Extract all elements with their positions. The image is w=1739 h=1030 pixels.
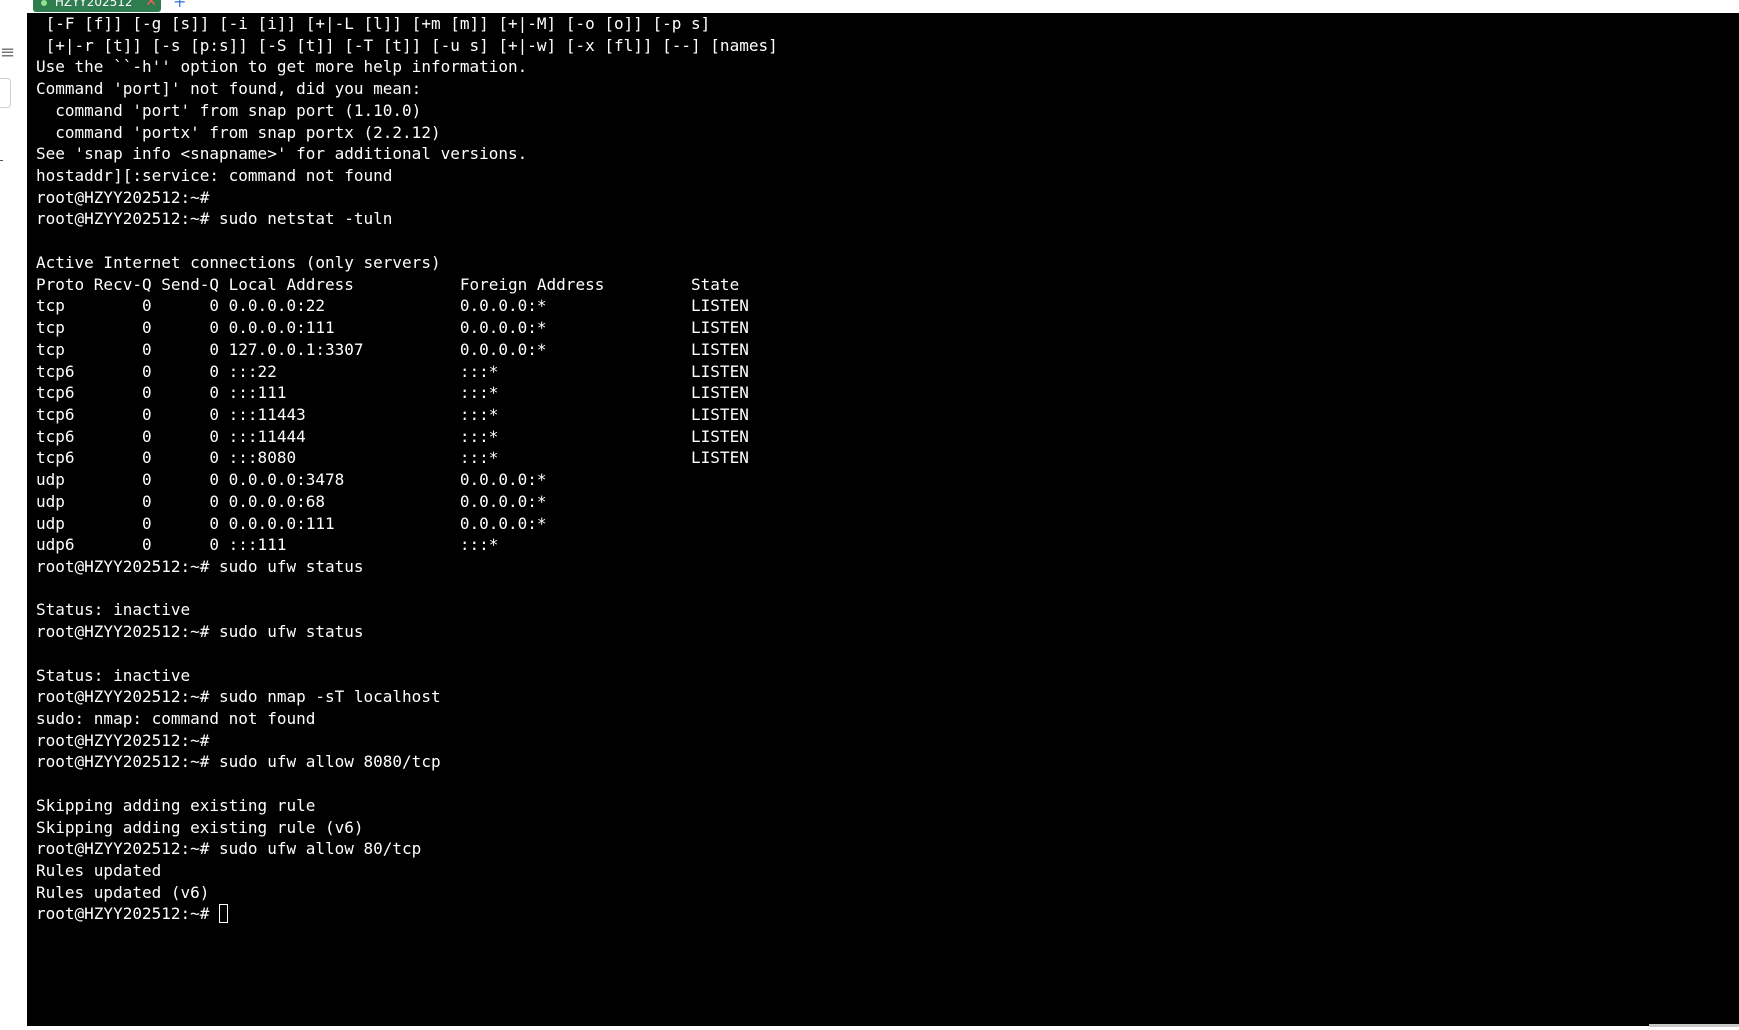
terminal-line: Use the ``-h'' option to get more help i… (36, 57, 528, 77)
terminal-line: udp 0 0 0.0.0.0:3478 0.0.0.0:* (36, 470, 547, 490)
terminal-line: root@HZYY202512:~# sudo ufw allow 80/tcp (36, 839, 422, 859)
terminal-line: Rules updated (36, 861, 162, 881)
terminal-prompt: root@HZYY202512:~# (36, 904, 220, 924)
tab-session[interactable]: HZYY202512 ✕ (33, 0, 161, 12)
terminal-line: Command 'port]' not found, did you mean: (36, 79, 422, 99)
terminal-pane[interactable]: [-F [f]] [-g [s]] [-i [i]] [+|-L [l]] [+… (27, 13, 1739, 1026)
terminal-line: Status: inactive (36, 665, 191, 685)
terminal-output: [-F [f]] [-g [s]] [-i [i]] [+|-L [l]] [+… (27, 13, 1739, 925)
terminal-line: See 'snap info <snapname>' for additiona… (36, 144, 528, 164)
horizontal-scrollbar[interactable] (1649, 1024, 1739, 1027)
terminal-line: root@HZYY202512:~# sudo nmap -sT localho… (36, 687, 441, 707)
terminal-line: command 'portx' from snap portx (2.2.12) (36, 122, 441, 142)
terminal-line: tcp6 0 0 :::11444 :::* LISTEN (36, 426, 749, 446)
terminal-line: [-F [f]] [-g [s]] [-i [i]] [+|-L [l]] [+… (36, 14, 711, 33)
left-sidebar-strip: ≡ (0, 0, 27, 1030)
terminal-line: tcp6 0 0 :::111 :::* LISTEN (36, 383, 749, 403)
terminal-bottom-edge (27, 1026, 1739, 1030)
terminal-line: Skipping adding existing rule (36, 795, 316, 815)
terminal-line: udp 0 0 0.0.0.0:111 0.0.0.0:* (36, 513, 547, 533)
terminal-line: udp6 0 0 :::111 :::* (36, 535, 499, 555)
terminal-line: command 'port' from snap port (1.10.0) (36, 100, 422, 120)
terminal-line: root@HZYY202512:~# (36, 730, 210, 750)
terminal-line: tcp6 0 0 :::22 :::* LISTEN (36, 361, 749, 381)
terminal-line: tcp 0 0 0.0.0.0:111 0.0.0.0:* LISTEN (36, 318, 749, 338)
terminal-line: root@HZYY202512:~# (36, 187, 210, 207)
new-tab-icon[interactable]: + (173, 0, 186, 10)
terminal-line: Proto Recv-Q Send-Q Local Address Foreig… (36, 274, 740, 294)
terminal-line: root@HZYY202512:~# sudo ufw status (36, 556, 364, 576)
session-status-icon (41, 0, 47, 6)
terminal-line: sudo: nmap: command not found (36, 709, 316, 728)
terminal-line: Skipping adding existing rule (v6) (36, 817, 364, 837)
terminal-line: root@HZYY202512:~# sudo ufw status (36, 622, 364, 642)
terminal-line: tcp 0 0 0.0.0.0:22 0.0.0.0:* LISTEN (36, 296, 749, 316)
terminal-line: Status: inactive (36, 600, 191, 620)
text-cursor (219, 904, 229, 924)
terminal-line: Active Internet connections (only server… (36, 252, 441, 272)
sidebar-input-edge[interactable] (0, 78, 11, 108)
terminal-line: udp 0 0 0.0.0.0:68 0.0.0.0:* (36, 491, 547, 511)
tab-bar: HZYY202512 ✕ + (27, 0, 1739, 14)
terminal-line: tcp6 0 0 :::8080 :::* LISTEN (36, 448, 749, 468)
close-icon[interactable]: ✕ (145, 0, 157, 12)
terminal-line: hostaddr][:service: command not found (36, 166, 393, 186)
divider-tick (0, 160, 3, 161)
terminal-prompt-line: root@HZYY202512:~# (36, 903, 1739, 925)
terminal-line: root@HZYY202512:~# sudo netstat -tuln (36, 209, 393, 229)
menu-icon[interactable]: ≡ (0, 44, 15, 62)
terminal-line: tcp 0 0 127.0.0.1:3307 0.0.0.0:* LISTEN (36, 339, 749, 359)
terminal-line: root@HZYY202512:~# sudo ufw allow 8080/t… (36, 752, 441, 772)
tab-title: HZYY202512 (54, 0, 133, 9)
terminal-line: Rules updated (v6) (36, 882, 210, 902)
terminal-line: [+|-r [t]] [-s [p:s]] [-S [t]] [-T [t]] … (36, 35, 778, 55)
terminal-line: tcp6 0 0 :::11443 :::* LISTEN (36, 404, 749, 424)
